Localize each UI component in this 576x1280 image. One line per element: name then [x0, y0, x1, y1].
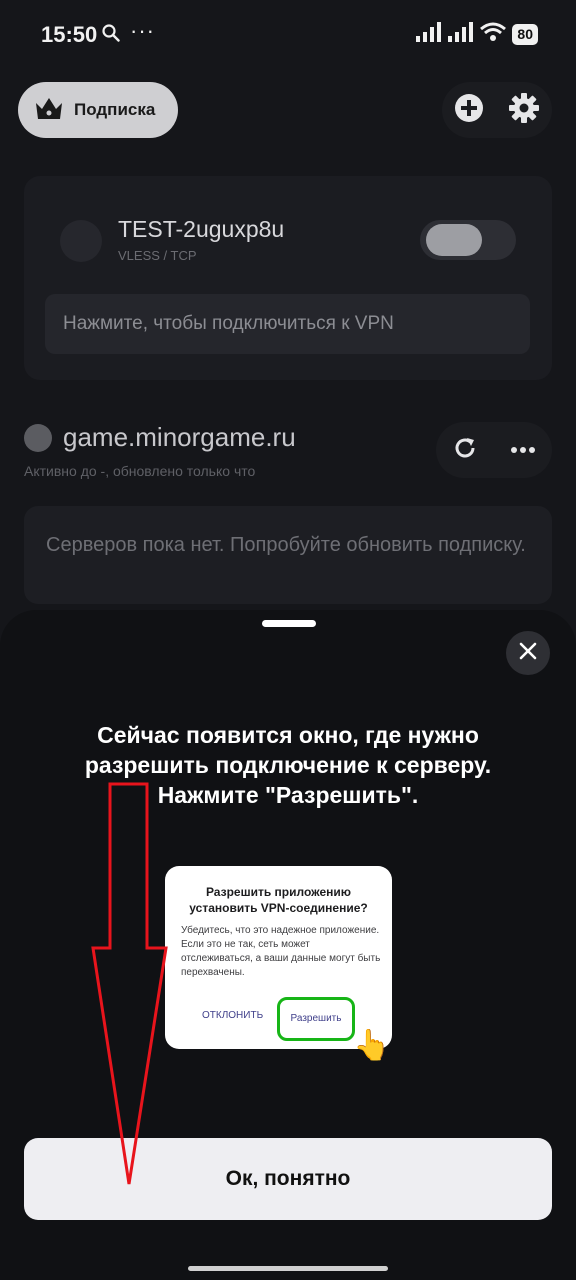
connect-hint-button[interactable]: Нажмите, чтобы подключиться к VPN: [45, 294, 530, 354]
empty-servers-message: Серверов пока нет. Попробуйте обновить п…: [24, 506, 552, 604]
dialog-body: Убедитесь, что это надежное приложение. …: [181, 925, 381, 978]
server-protocol: VLESS / TCP: [118, 248, 197, 263]
search-icon: [102, 24, 120, 47]
pointing-hand-icon: 👆: [353, 1029, 391, 1062]
dialog-title: Разрешить приложению установить VPN-соед…: [189, 885, 368, 915]
signal-icon-2: [448, 22, 474, 47]
gesture-nav-bar[interactable]: [188, 1266, 388, 1271]
dialog-decline-label: ОТКЛОНИТЬ: [202, 1010, 264, 1021]
subscription-group-name: game.minorgame.ru: [63, 422, 296, 452]
close-icon: [519, 642, 537, 665]
vpn-toggle[interactable]: [420, 220, 516, 260]
dialog-allow-highlight: Разрешить: [277, 997, 355, 1041]
bottom-sheet: Сейчас появится окно, где нужно разрешит…: [0, 610, 576, 1280]
dialog-allow-label: Разрешить: [290, 1013, 342, 1024]
top-actions: [442, 82, 552, 138]
status-bar: 15:50 ··· 80: [0, 0, 576, 68]
battery-indicator: 80: [512, 24, 538, 45]
group-actions: [436, 422, 552, 478]
server-group-icon: [24, 424, 52, 452]
example-vpn-dialog: Разрешить приложению установить VPN-соед…: [165, 866, 392, 1049]
subscription-label: Подписка: [74, 100, 156, 119]
sheet-drag-handle[interactable]: [262, 620, 316, 627]
gear-icon[interactable]: [508, 92, 540, 129]
more-notifications-icon: ···: [130, 18, 155, 43]
server-avatar: [60, 220, 102, 262]
add-icon[interactable]: [454, 93, 484, 128]
signal-icon: [416, 22, 442, 47]
refresh-icon[interactable]: [452, 435, 478, 466]
red-arrow-annotation: [91, 782, 168, 1185]
subscription-group-subtitle: Активно до -, обновлено только что: [24, 463, 256, 479]
toggle-knob: [426, 224, 482, 256]
status-time: 15:50: [41, 22, 98, 47]
close-button[interactable]: [506, 631, 550, 675]
crown-icon: [34, 95, 64, 126]
more-options-icon[interactable]: [510, 441, 536, 459]
subscription-button[interactable]: Подписка: [18, 82, 178, 138]
server-name: TEST-2uguxp8u: [118, 216, 285, 242]
wifi-icon: [480, 22, 507, 47]
server-card[interactable]: TEST-2uguxp8u VLESS / TCP Нажмите, чтобы…: [24, 176, 552, 380]
